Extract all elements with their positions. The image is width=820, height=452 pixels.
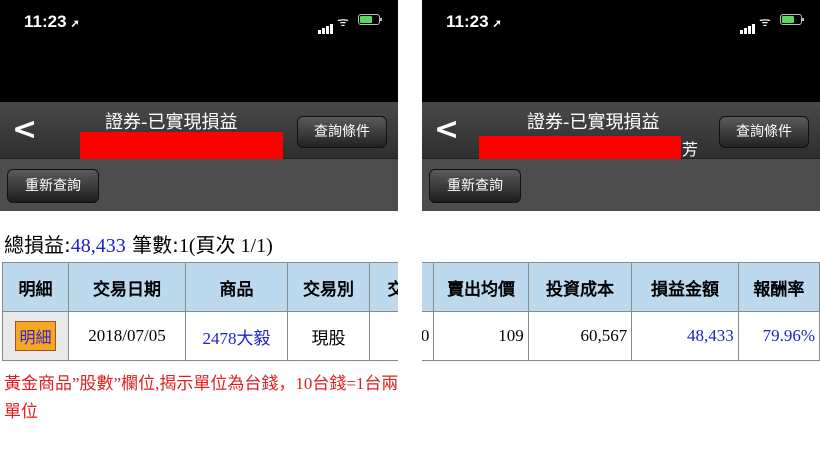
right-screen: 11:23 ➚ ᯤ < 證券-已實現損益 芳 查詢條件 重新查詢 賣出均價 投資成…: [422, 0, 820, 452]
total-pnl-value: 48,433: [70, 235, 126, 257]
left-screen: 11:23 ➚ ᯤ < 證券-已實現損益 查詢條件 重新查詢 總損益:48,433…: [0, 0, 398, 452]
col-trade-date: 交易日期: [68, 262, 186, 312]
record-count: 1: [178, 235, 189, 257]
signal-icon: [740, 15, 756, 34]
divider: [398, 0, 422, 452]
investment-cost-cell: 60,567: [527, 311, 633, 361]
trade-date-cell: 2018/07/05: [68, 311, 186, 361]
truncated-cell: [369, 311, 398, 361]
trade-type-cell: 現股: [287, 311, 370, 361]
query-conditions-button[interactable]: 查詢條件: [719, 116, 809, 148]
signal-icon: [318, 15, 334, 34]
battery-icon: [780, 14, 804, 25]
battery-icon: [358, 14, 382, 25]
clock: 11:23 ➚: [24, 12, 80, 31]
wifi-icon: ᯤ: [759, 15, 771, 30]
location-icon: ➚: [492, 18, 502, 30]
col-truncated: 交: [369, 262, 398, 312]
nav-bar: < 證券-已實現損益 芳 查詢條件: [422, 102, 820, 172]
pnl-amount-cell: 48,433: [631, 311, 739, 361]
col-return-rate: 報酬率: [737, 262, 820, 312]
clock: 11:23 ➚: [446, 12, 502, 31]
refresh-query-button[interactable]: 重新查詢: [7, 169, 99, 203]
page-title: 證券-已實現損益: [527, 112, 660, 133]
action-bar: 重新查詢: [422, 159, 820, 211]
sell-avg-price-cell: 109: [433, 311, 529, 361]
return-rate-cell: 79.96%: [737, 311, 820, 361]
col-trade-type: 交易別: [287, 262, 370, 312]
pnl-table-right: 賣出均價 投資成本 損益金額 報酬率 0 109 60,567 48,433 7…: [422, 262, 820, 361]
nav-bar: < 證券-已實現損益 查詢條件: [0, 102, 398, 167]
back-button[interactable]: <: [12, 110, 37, 150]
col-investment-cost: 投資成本: [527, 262, 633, 312]
back-button[interactable]: <: [434, 110, 459, 150]
pnl-table-left: 明細 交易日期 商品 交易別 交 明細 2018/07/05 2478大毅 現股: [2, 262, 398, 361]
refresh-query-button[interactable]: 重新查詢: [429, 169, 521, 203]
table-row: 明細 2018/07/05 2478大毅 現股: [2, 311, 398, 361]
table-header-row: 明細 交易日期 商品 交易別 交: [2, 262, 398, 312]
status-bar: 11:23 ➚ ᯤ: [0, 0, 398, 102]
action-bar: 重新查詢: [0, 159, 398, 211]
table-header-row: 賣出均價 投資成本 損益金額 報酬率: [422, 262, 820, 312]
col-detail: 明細: [2, 262, 69, 312]
summary-line: 總損益:48,433 筆數:1(頁次 1/1): [4, 233, 273, 257]
col-pnl-amount: 損益金額: [631, 262, 739, 312]
col-product: 商品: [185, 262, 288, 312]
location-icon: ➚: [70, 18, 80, 30]
query-conditions-button[interactable]: 查詢條件: [297, 116, 387, 148]
account-name-fragment: 芳: [682, 140, 699, 159]
page-title: 證券-已實現損益: [105, 112, 238, 133]
col-truncated: [422, 262, 435, 312]
truncated-cell: 0: [422, 311, 435, 361]
wifi-icon: ᯤ: [337, 15, 349, 30]
col-sell-avg-price: 賣出均價: [433, 262, 529, 312]
status-bar: 11:23 ➚ ᯤ: [422, 0, 820, 102]
product-link[interactable]: 2478大毅: [185, 311, 288, 361]
gold-unit-note: 黃金商品”股數”欄位,揭示單位為台錢，10台錢=1台兩/交易單位: [4, 374, 398, 421]
detail-button[interactable]: 明細: [15, 321, 56, 351]
page-info: (頁次 1/1): [188, 235, 273, 257]
table-row: 0 109 60,567 48,433 79.96%: [422, 311, 820, 361]
